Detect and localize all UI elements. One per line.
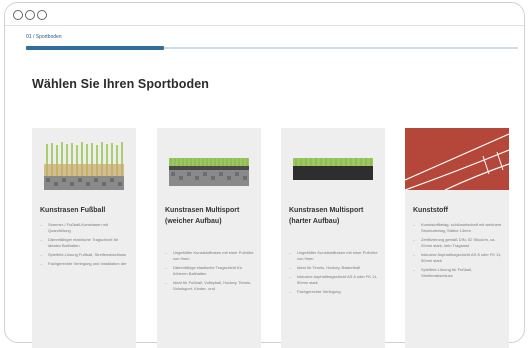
- feature-item: Inklusive Asphalttragschicht AS 8 oder F…: [289, 274, 379, 286]
- window-control-dot[interactable]: [13, 10, 23, 20]
- feature-item: Zertifizierung gemäß DIN, 52 Stück/m, ca…: [413, 237, 503, 249]
- feature-item: Dämmfähige elastische Tragschicht für hö…: [165, 265, 255, 277]
- feature-item: Kunststoffbelag, schlüsselschaft mit wei…: [413, 222, 503, 234]
- feature-item: Ungefüllter Kunststoffrasen mit einer Po…: [289, 250, 379, 262]
- option-card-multisport-weich[interactable]: Kunstrasen Multisport (weicher Aufbau) U…: [157, 128, 261, 348]
- page-title: Wählen Sie Ihren Sportboden: [32, 77, 210, 91]
- turf-sample-image: [44, 136, 124, 194]
- progress-track: [26, 46, 518, 50]
- option-card-kunststoff[interactable]: Kunststoff Kunststoffbelag, schlüsselsch…: [405, 128, 509, 348]
- feature-item: Fachgerechte Verlegung: [289, 289, 379, 295]
- feature-item: Dämmfähiger elastische Tragschicht für i…: [40, 237, 130, 249]
- card-title: Kunstrasen Multisport (weicher Aufbau): [165, 207, 240, 225]
- step-label[interactable]: 01 / Sportboden: [26, 34, 62, 40]
- feature-item: Ideal für Fußball, Volleyball, Hockey, T…: [165, 280, 255, 292]
- option-card-kunstrasen-fussball[interactable]: Kunstrasen Fußball Sommer-/ Fußball-Kuns…: [32, 128, 136, 348]
- card-title: Kunstrasen Fußball: [40, 207, 106, 214]
- window-control-dot[interactable]: [25, 10, 35, 20]
- feature-item: Inklusive Asphalttragschicht AS 8 oder F…: [413, 252, 503, 264]
- feature-item: Spielfeld-Lösung Fußball, Streifenabschl…: [40, 252, 130, 258]
- feature-item: Sommer-/ Fußball-Kunstrasen mit Quarzfül…: [40, 222, 130, 234]
- feature-list: Ungefüllter Kunststoffrasen mit einer Po…: [165, 250, 255, 295]
- progress-fill: [26, 46, 164, 50]
- running-track-image: [405, 128, 509, 190]
- feature-list: Kunststoffbelag, schlüsselschaft mit wei…: [413, 222, 503, 282]
- feature-item: Ungefüllter Kunststoffrasen mit einer Po…: [165, 250, 255, 262]
- window-control-dot[interactable]: [37, 10, 47, 20]
- option-card-multisport-hart[interactable]: Kunstrasen Multisport (harter Aufbau) Un…: [281, 128, 385, 348]
- feature-list: Sommer-/ Fußball-Kunstrasen mit Quarzfül…: [40, 222, 130, 270]
- card-title: Kunststoff: [413, 207, 448, 214]
- feature-item: Spielfeld-Lösung für Fußball, Streifenab…: [413, 267, 503, 279]
- feature-item: Ideal für Tennis, Hockey, Basketball: [289, 265, 379, 271]
- turf-sample-image: [169, 136, 249, 194]
- turf-sample-image: [293, 136, 373, 194]
- window-titlebar: [5, 3, 524, 26]
- card-title: Kunstrasen Multisport (harter Aufbau): [289, 207, 364, 225]
- step-progress: 01 / Sportboden: [26, 34, 518, 52]
- feature-item: Fachgerechte Verlegung und Installation …: [40, 261, 130, 267]
- feature-list: Ungefüllter Kunststoffrasen mit einer Po…: [289, 250, 379, 298]
